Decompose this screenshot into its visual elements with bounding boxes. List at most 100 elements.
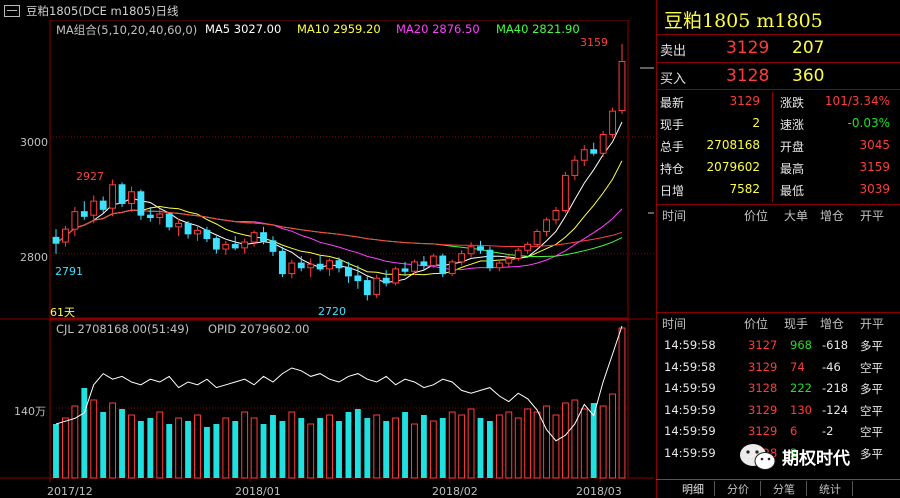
- tick-type: 多平: [860, 339, 883, 353]
- candle-body: [429, 255, 437, 266]
- tick-row[interactable]: 14:59:59 3129 130 -124 空平: [656, 401, 900, 421]
- candle-body: [458, 253, 466, 263]
- candle-body: [543, 219, 550, 233]
- tick-header: 时间 价位 现手 增仓 开平: [656, 315, 900, 331]
- candle-body: [363, 280, 371, 296]
- tick-row[interactable]: 14:59:59 3128 222 -218 多平: [656, 379, 900, 399]
- volume-bar: [580, 408, 588, 479]
- tick-row[interactable]: 14:59:58 3129 74 -46 空平: [656, 358, 900, 378]
- volume-bar: [561, 402, 569, 479]
- volume-bar: [194, 414, 201, 479]
- candle: [194, 225, 201, 241]
- candle-body: [288, 262, 296, 275]
- candle: [543, 217, 550, 237]
- buy-price[interactable]: 3128: [726, 66, 769, 86]
- candle-body: [590, 149, 598, 154]
- candle: [118, 182, 126, 207]
- candle-body: [609, 110, 616, 136]
- column-header[interactable]: 时间: [662, 207, 686, 224]
- stat-value: 3045: [859, 138, 890, 152]
- column-header[interactable]: 现手: [784, 315, 808, 332]
- candle-body: [467, 246, 475, 255]
- quote-panel: 豆粕1805 m1805 卖出 3129 207 买入 3128 360 最新 3…: [656, 0, 900, 498]
- tab-stats[interactable]: 统计: [808, 481, 853, 496]
- tick-time: 14:59:58: [664, 359, 716, 374]
- candle: [524, 242, 532, 254]
- volume-bar: [307, 423, 315, 479]
- candle-body: [99, 200, 107, 210]
- stat-row: 日增 7582 最低 3039: [656, 180, 900, 200]
- tab-detail[interactable]: 明细: [672, 481, 715, 496]
- candle-body: [514, 249, 522, 259]
- volume-bar: [232, 421, 239, 478]
- candle-body: [326, 260, 333, 270]
- stat-value: 2079602: [706, 160, 760, 174]
- candle: [62, 225, 69, 247]
- candle: [392, 266, 400, 286]
- volume-bar: [175, 417, 183, 479]
- volume-bar: [487, 421, 493, 478]
- stat-value: 3159: [859, 160, 890, 174]
- column-header[interactable]: 增仓: [820, 207, 844, 224]
- candle: [429, 253, 437, 268]
- candle-body: [90, 200, 98, 216]
- candle-body: [580, 149, 588, 161]
- sell-qty: 207: [792, 38, 825, 58]
- volume-bar: [514, 417, 522, 479]
- buy-label: 买入: [660, 72, 687, 87]
- candle: [71, 206, 79, 237]
- volume-axis-label: 140万: [14, 405, 46, 418]
- volume-bar: [392, 417, 400, 479]
- candle: [316, 256, 324, 272]
- column-header[interactable]: 开平: [860, 315, 884, 332]
- candle: [109, 179, 117, 217]
- candle-body: [165, 213, 173, 228]
- tab-price[interactable]: 分价: [716, 481, 761, 496]
- volume-bar: [552, 414, 560, 479]
- volume-bar: [618, 327, 626, 479]
- column-header[interactable]: 价位: [744, 315, 768, 332]
- candle-body: [392, 268, 400, 284]
- candle-body: [62, 228, 69, 243]
- volume-bar: [156, 411, 164, 479]
- candle: [278, 246, 286, 278]
- candle: [165, 212, 173, 231]
- tick-row[interactable]: 14:59:5931282多平: [656, 444, 900, 464]
- sell-price[interactable]: 3129: [726, 38, 769, 58]
- candle-body: [175, 222, 183, 228]
- column-header[interactable]: 时间: [662, 315, 686, 332]
- stat-label: 持仓: [660, 162, 685, 176]
- tick-price: 3129: [748, 424, 778, 438]
- volume-bar: [90, 399, 98, 479]
- candle: [99, 196, 107, 213]
- stat-row: 总手 2708168 开盘 3045: [656, 136, 900, 156]
- volume-bar: [505, 411, 513, 479]
- candle: [231, 236, 239, 251]
- x-tick-2018-03: 2018/03: [576, 485, 622, 498]
- watermark-text: 期权时代: [782, 449, 850, 469]
- candle-body: [354, 275, 362, 282]
- kline-chart[interactable]: [0, 20, 654, 498]
- volume-group: [53, 327, 626, 479]
- stat-label: 速涨: [780, 118, 805, 132]
- candle-body: [401, 268, 409, 272]
- column-header[interactable]: 价位: [744, 207, 768, 224]
- tick-row[interactable]: 14:59:58 3127 968 -618 多平: [656, 336, 900, 356]
- tick-row[interactable]: 14:59:59 3129 6 -2 空平: [656, 422, 900, 442]
- volume-bar: [495, 414, 503, 479]
- candle-body: [477, 246, 484, 251]
- volume-bar: [147, 418, 154, 478]
- volume-bar: [524, 408, 532, 479]
- column-header[interactable]: 开平: [860, 207, 884, 224]
- candle-body: [618, 60, 626, 112]
- volume-bar: [185, 421, 191, 478]
- column-header[interactable]: 增仓: [820, 315, 844, 332]
- candle-body: [552, 209, 560, 221]
- window-menu-icon[interactable]: [4, 5, 20, 17]
- price-pane-border: [49, 20, 629, 319]
- tab-tick[interactable]: 分笔: [762, 481, 807, 496]
- candle-body: [486, 249, 494, 269]
- candle-body: [411, 261, 418, 272]
- candle: [495, 259, 503, 272]
- column-header[interactable]: 大单: [784, 207, 808, 224]
